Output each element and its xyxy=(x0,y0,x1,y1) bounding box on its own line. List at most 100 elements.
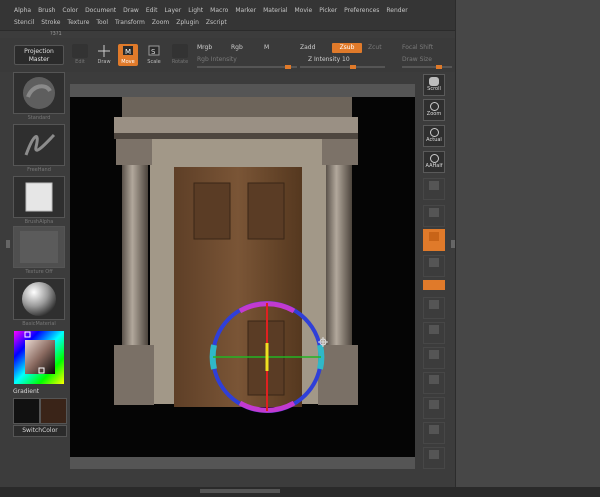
menu-tool[interactable]: Tool xyxy=(96,19,108,26)
move-view-icon xyxy=(429,375,439,384)
linefill-icon xyxy=(429,450,439,459)
freehand-stroke-button[interactable] xyxy=(13,124,65,166)
menu-zscript[interactable]: Zscript xyxy=(206,19,227,26)
menu-macro[interactable]: Macro xyxy=(210,7,228,14)
scale-button[interactable]: S Scale xyxy=(144,44,164,66)
projection-master-button[interactable]: Projection Master xyxy=(14,45,64,65)
menu-material[interactable]: Material xyxy=(263,7,287,14)
actual-button[interactable]: Actual xyxy=(423,125,445,147)
linefill-button[interactable] xyxy=(423,447,445,469)
transparency-icon xyxy=(429,300,439,309)
edit-mode-icon xyxy=(429,232,439,241)
left-shelf: Standard FreeHand BrushAlpha Texture Off… xyxy=(13,70,67,490)
scroll-button[interactable]: Scroll xyxy=(423,74,445,96)
solo-button[interactable] xyxy=(423,347,445,369)
secondary-color-swatch[interactable] xyxy=(40,398,67,424)
m-button[interactable]: M xyxy=(264,44,269,51)
menu-alpha[interactable]: Alpha xyxy=(14,7,31,14)
edit-button[interactable]: Edit xyxy=(70,44,90,66)
menu-light[interactable]: Light xyxy=(188,7,203,14)
rotate-view-button[interactable] xyxy=(423,422,445,444)
brush-alpha-label: BrushAlpha xyxy=(24,219,54,225)
draw-button[interactable]: Draw xyxy=(94,44,114,66)
focal-shift-slider[interactable]: Focal Shift xyxy=(402,44,433,51)
menu-zoom[interactable]: Zoom xyxy=(152,19,169,26)
mrgb-button[interactable]: Mrgb xyxy=(197,44,212,51)
z-intensity-track[interactable] xyxy=(300,65,385,69)
texture-button[interactable] xyxy=(13,226,65,268)
menu-stroke[interactable]: Stroke xyxy=(41,19,60,26)
zadd-button[interactable]: Zadd xyxy=(300,44,315,51)
freehand-stroke-icon xyxy=(24,133,56,156)
rgb-intensity-slider[interactable]: Rgb Intensity xyxy=(197,56,237,63)
menu-movie[interactable]: Movie xyxy=(294,7,312,14)
menu-marker[interactable]: Marker xyxy=(235,7,256,14)
scale-view-icon xyxy=(429,400,439,409)
slider-knob[interactable] xyxy=(436,65,442,69)
material-button[interactable] xyxy=(13,278,65,320)
ghost-button[interactable] xyxy=(423,322,445,344)
zoom-button[interactable]: Zoom xyxy=(423,99,445,121)
brush-alpha-button[interactable] xyxy=(13,176,65,218)
standard-brush-icon xyxy=(23,77,55,109)
menu-row-2: Stencil Stroke Texture Tool Transform Zoom Zpl… xyxy=(14,19,227,26)
edit-icon xyxy=(72,44,88,58)
solo-icon xyxy=(429,350,439,359)
right-shelf: Scroll Zoom Actual AAHalf xyxy=(420,72,448,492)
draw-size-track[interactable] xyxy=(402,65,452,69)
move-button[interactable]: M Move xyxy=(118,44,138,66)
slider-knob[interactable] xyxy=(350,65,356,69)
bottom-tray xyxy=(0,487,600,497)
menu-brush[interactable]: Brush xyxy=(38,7,55,14)
menu-row-1: Alpha Brush Color Document Draw Edit Layer Ligh… xyxy=(14,7,408,14)
z-intensity-slider[interactable]: Z Intensity 10 xyxy=(308,56,350,63)
texture-label: Texture Off xyxy=(25,269,53,275)
menu-picker[interactable]: Picker xyxy=(319,7,337,14)
move-view-button[interactable] xyxy=(423,372,445,394)
rgb-intensity-track[interactable] xyxy=(197,65,297,69)
menu-stencil[interactable]: Stencil xyxy=(14,19,34,26)
floor-button[interactable] xyxy=(423,205,445,227)
menu-document[interactable]: Document xyxy=(85,7,116,14)
rgb-button[interactable]: Rgb xyxy=(231,44,243,51)
rotate-icon xyxy=(172,44,188,58)
bottom-tray-handle[interactable] xyxy=(200,489,280,493)
gradient-label[interactable]: Gradient xyxy=(13,388,65,395)
version-label: ?3?1 xyxy=(50,31,62,37)
slider-knob[interactable] xyxy=(285,65,291,69)
polyf-toggle[interactable] xyxy=(423,280,445,290)
zsub-button[interactable]: Zsub xyxy=(332,43,362,53)
menu-draw[interactable]: Draw xyxy=(123,7,139,14)
menu-render[interactable]: Render xyxy=(386,7,407,14)
rotate-button[interactable]: Rotate xyxy=(170,44,190,66)
menu-layer[interactable]: Layer xyxy=(164,7,181,14)
draw-icon xyxy=(96,44,112,58)
left-tray-handle[interactable] xyxy=(6,240,10,248)
tray-expand-handle[interactable] xyxy=(451,240,455,248)
menu-transform[interactable]: Transform xyxy=(115,19,145,26)
menu-texture[interactable]: Texture xyxy=(67,19,89,26)
hand-icon xyxy=(429,77,439,86)
main-color-swatch[interactable] xyxy=(13,398,40,424)
aahalf-button[interactable]: AAHalf xyxy=(423,151,445,173)
menu-color[interactable]: Color xyxy=(62,7,78,14)
draw-size-slider[interactable]: Draw Size xyxy=(402,56,432,63)
transp-button[interactable] xyxy=(423,297,445,319)
color-picker[interactable] xyxy=(13,330,65,386)
freehand-label: FreeHand xyxy=(27,167,51,173)
menu-edit[interactable]: Edit xyxy=(146,7,158,14)
lsym-button[interactable] xyxy=(423,255,445,277)
standard-brush-button[interactable] xyxy=(13,72,65,114)
doorway-render xyxy=(114,97,358,413)
document-canvas[interactable] xyxy=(70,97,415,457)
alpha-icon xyxy=(25,182,53,212)
edit-mode-button[interactable] xyxy=(423,229,445,251)
scale-view-button[interactable] xyxy=(423,397,445,419)
zcut-button[interactable]: Zcut xyxy=(368,44,382,51)
svg-text:M: M xyxy=(125,48,131,56)
menu-preferences[interactable]: Preferences xyxy=(344,7,379,14)
persp-button[interactable] xyxy=(423,178,445,200)
floor-icon xyxy=(429,208,439,217)
menu-zplugin[interactable]: Zplugin xyxy=(176,19,199,26)
switch-color-button[interactable]: SwitchColor xyxy=(13,425,67,437)
